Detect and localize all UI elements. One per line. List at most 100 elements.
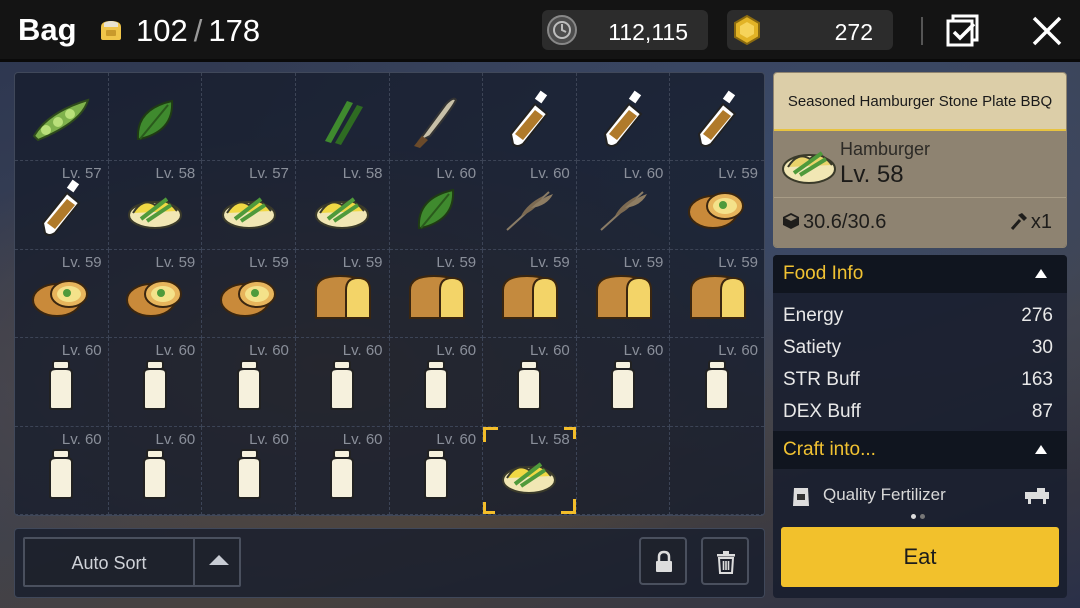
inventory-slot[interactable]	[295, 73, 390, 162]
inventory-slot[interactable]	[108, 73, 203, 162]
milk-bottle-icon	[423, 360, 448, 411]
inventory-slot[interactable]: Lv. 58	[483, 426, 577, 515]
slot-level: Lv. 59	[61, 253, 102, 271]
inventory-slot[interactable]: Lv. 60	[295, 338, 390, 427]
inventory-slot[interactable]: Lv. 60	[108, 338, 203, 427]
inventory-slot[interactable]: Lv. 60	[295, 426, 390, 515]
inventory-slot[interactable]: Lv. 60	[483, 161, 577, 250]
auto-sort-button[interactable]: Auto Sort	[23, 537, 241, 587]
page-dot	[920, 514, 925, 519]
stat-label: Satiety	[783, 337, 842, 358]
discard-button[interactable]	[701, 537, 749, 585]
slot-level: Lv. 59	[623, 253, 664, 271]
inventory-slot[interactable]: Lv. 58	[295, 161, 390, 250]
inventory-slot[interactable]: Lv. 59	[15, 249, 109, 339]
inventory-slot[interactable]: Lv. 59	[389, 249, 484, 339]
inventory-slot[interactable]: Lv. 60	[670, 338, 764, 427]
inventory-slot[interactable]: Lv. 60	[576, 338, 671, 427]
stat-label: DEX Buff	[783, 401, 861, 422]
sort-arrow-up-icon[interactable]	[209, 555, 229, 565]
selection-corner	[483, 502, 496, 514]
inventory-slot[interactable]: Lv. 60	[389, 161, 484, 250]
eat-button[interactable]: Eat	[781, 527, 1059, 587]
auto-sort-divider	[193, 539, 195, 585]
sauce-bottle-icon	[42, 179, 81, 236]
slot-level: Lv. 60	[623, 342, 664, 360]
inventory-slot[interactable]: Lv. 57	[15, 161, 109, 250]
coin-icon	[547, 15, 577, 45]
capacity-readout: 102/178	[136, 13, 260, 49]
inventory-slot[interactable]: Lv. 60	[15, 338, 109, 427]
milk-bottle-icon	[142, 448, 167, 499]
coin-value: 112,115	[608, 19, 688, 45]
inventory-slot[interactable]	[576, 73, 671, 162]
inventory-slot[interactable]: Lv. 59	[108, 249, 203, 339]
slot-level: Lv. 60	[623, 165, 664, 183]
inventory-slot-empty[interactable]	[576, 426, 671, 515]
page-indicator	[911, 506, 929, 524]
bun-icon	[125, 279, 182, 317]
bottom-toolbar: Auto Sort	[14, 528, 765, 598]
close-icon[interactable]	[1028, 12, 1066, 50]
slot-level: Lv. 60	[436, 430, 477, 448]
hamburger-dish-icon	[221, 196, 276, 229]
detail-divider	[774, 197, 1066, 198]
inventory-slot[interactable]: Lv. 60	[576, 161, 671, 250]
inventory-slot[interactable]: Lv. 60	[389, 426, 484, 515]
bun-icon	[688, 191, 745, 229]
cube-icon	[783, 213, 799, 229]
inventory-slot[interactable]: Lv. 59	[576, 249, 671, 339]
craft-into-label: Craft into...	[783, 439, 876, 460]
inventory-slot[interactable]: Lv. 60	[202, 338, 296, 427]
capacity-current: 102	[136, 13, 188, 48]
inventory-slot[interactable]	[15, 73, 109, 162]
leaf-icon	[136, 99, 173, 141]
multi-select-icon[interactable]	[944, 12, 982, 50]
stat-value: 276	[1021, 305, 1053, 326]
stat-str-buff: STR Buff 163	[783, 369, 1053, 391]
milk-bottle-icon	[705, 360, 730, 411]
inventory-slot[interactable]: Lv. 60	[15, 426, 109, 515]
inventory-grid: Lv. 57 Lv. 58 Lv. 57 Lv. 58 Lv. 60 Lv. 60 Lv. …	[14, 72, 765, 516]
stat-label: STR Buff	[783, 369, 860, 390]
item-detail-card: Seasoned Hamburger Stone Plate BBQ Hambu…	[773, 72, 1067, 248]
inventory-slot[interactable]: Lv. 59	[483, 249, 577, 339]
inventory-slot-empty[interactable]	[670, 427, 764, 515]
inventory-slot[interactable]: Lv. 59	[295, 249, 390, 339]
inventory-slot[interactable]: Lv. 60	[202, 426, 296, 515]
lock-button[interactable]	[639, 537, 687, 585]
hamburger-dish-icon	[315, 196, 370, 229]
craft-into-header[interactable]: Craft into...	[773, 431, 1067, 469]
slot-level: Lv. 58	[342, 165, 383, 183]
capacity-separator: /	[193, 13, 203, 48]
bun-icon	[32, 279, 89, 317]
inventory-slot[interactable]: Lv. 60	[483, 338, 577, 427]
inventory-slot[interactable]: Lv. 59	[670, 161, 764, 250]
inventory-slot[interactable]: Lv. 59	[670, 250, 764, 339]
inventory-slot[interactable]: Lv. 57	[202, 161, 296, 250]
slot-level: Lv. 59	[436, 253, 477, 271]
slot-level: Lv. 59	[249, 253, 289, 271]
inventory-slot[interactable]: Lv. 58	[108, 161, 203, 250]
knife-icon	[413, 97, 457, 149]
page-dot-active	[911, 514, 916, 519]
inventory-slot[interactable]	[483, 73, 577, 162]
bread-loaf-icon	[690, 274, 747, 319]
slot-level: Lv. 60	[61, 342, 102, 360]
slot-level: Lv. 59	[155, 253, 196, 271]
food-info-header[interactable]: Food Info	[773, 255, 1067, 293]
milk-bottle-icon	[330, 448, 355, 499]
inventory-slot[interactable]: Lv. 60	[389, 338, 484, 427]
slot-level: Lv. 60	[342, 430, 383, 448]
inventory-slot-empty[interactable]	[202, 73, 296, 162]
inventory-slot[interactable]: Lv. 60	[108, 426, 203, 515]
item-name: Hamburger	[840, 139, 931, 159]
leaf-icon	[417, 188, 454, 229]
milk-bottle-icon	[49, 448, 74, 499]
bag-title: Bag	[18, 12, 77, 47]
sauce-bottle-icon	[603, 90, 643, 148]
inventory-slot[interactable]: Lv. 59	[202, 249, 296, 339]
inventory-slot[interactable]	[670, 73, 764, 162]
inventory-slot[interactable]	[389, 73, 484, 162]
coin-counter: 112,115	[542, 10, 708, 50]
